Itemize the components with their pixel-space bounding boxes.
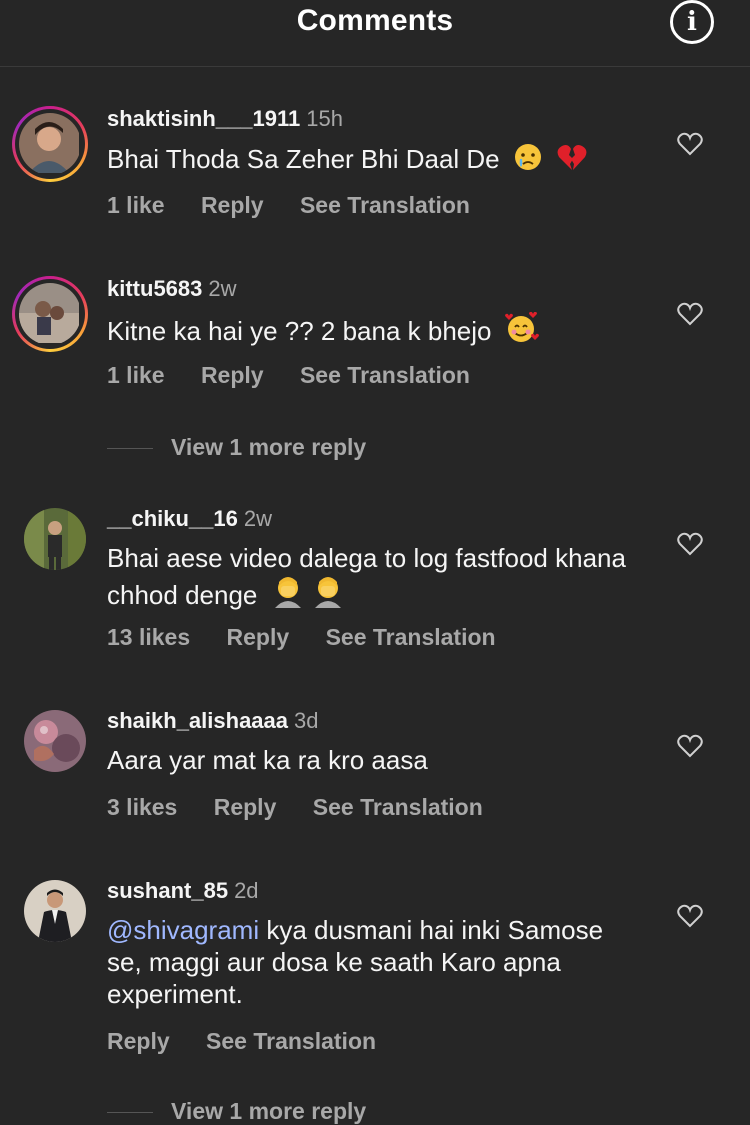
comment-time: 15h [306, 106, 343, 131]
reply-button[interactable]: Reply [201, 362, 264, 388]
reply-button[interactable]: Reply [227, 624, 290, 650]
comment-time: 2w [208, 276, 237, 301]
comment-time: 3d [294, 708, 319, 733]
avatar[interactable] [24, 710, 86, 772]
comment-username[interactable]: sushant_85 [107, 878, 228, 903]
reply-divider-line [107, 1112, 153, 1114]
comment-username[interactable]: kittu5683 [107, 276, 202, 301]
see-translation-button[interactable]: See Translation [206, 1028, 376, 1054]
crying-face-icon [513, 142, 543, 179]
view-more-replies[interactable]: View 1 more reply [107, 434, 366, 461]
avatar-image [19, 283, 81, 345]
view-more-replies[interactable]: View 1 more reply [107, 1098, 366, 1125]
like-heart-icon[interactable] [677, 532, 703, 556]
info-icon[interactable]: i [670, 0, 714, 44]
story-ring [12, 106, 88, 182]
face-palm-icon [311, 574, 345, 615]
face-palm-icon [271, 574, 305, 615]
like-heart-icon[interactable] [677, 734, 703, 758]
view-more-replies-label: View 1 more reply [171, 434, 367, 460]
like-heart-icon[interactable] [677, 132, 703, 156]
page-title: Comments [296, 4, 454, 37]
like-heart-icon[interactable] [677, 904, 703, 928]
see-translation-button[interactable]: See Translation [313, 794, 483, 820]
like-count[interactable]: 1 like [107, 192, 165, 218]
mention-link[interactable]: @shivagrami [107, 915, 259, 945]
comment-text: Kitne ka hai ye ?? 2 bana k bhejo [107, 316, 492, 346]
view-more-replies-label: View 1 more reply [171, 1098, 367, 1124]
comment-text: Bhai aese video dalega to log fastfood k… [107, 543, 626, 610]
comment-username[interactable]: __chiku__16 [107, 506, 238, 531]
see-translation-button[interactable]: See Translation [326, 624, 496, 650]
avatar[interactable] [12, 106, 88, 182]
avatar[interactable] [24, 880, 86, 942]
avatar[interactable] [12, 276, 88, 352]
reply-button[interactable]: Reply [201, 192, 264, 218]
comment-text: Bhai Thoda Sa Zeher Bhi Daal De [107, 144, 500, 174]
comments-header: Comments i [0, 0, 750, 67]
comment-text: Aara yar mat ka ra kro aasa [107, 745, 428, 775]
comment-time: 2w [243, 506, 272, 531]
broken-heart-icon [556, 142, 588, 179]
like-count[interactable]: 13 likes [107, 624, 190, 650]
like-count[interactable]: 3 likes [107, 794, 177, 820]
like-heart-icon[interactable] [677, 302, 703, 326]
comment-time: 2d [234, 878, 259, 903]
comment-username[interactable]: shaktisinh___1911 [107, 106, 300, 131]
see-translation-button[interactable]: See Translation [300, 192, 470, 218]
reply-divider-line [107, 448, 153, 450]
see-translation-button[interactable]: See Translation [300, 362, 470, 388]
reply-button[interactable]: Reply [214, 794, 277, 820]
reply-button[interactable]: Reply [107, 1028, 170, 1054]
story-ring [12, 276, 88, 352]
avatar[interactable] [24, 508, 86, 570]
comment-username[interactable]: shaikh_alishaaaa [107, 708, 288, 733]
smiling-face-with-hearts-icon [504, 311, 539, 351]
like-count[interactable]: 1 like [107, 362, 165, 388]
avatar-image [19, 113, 81, 175]
